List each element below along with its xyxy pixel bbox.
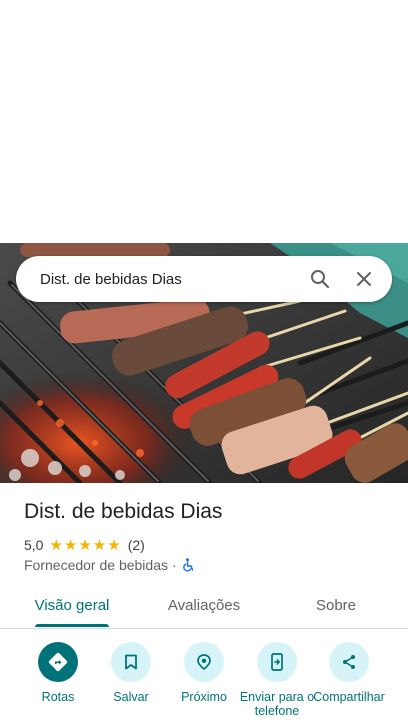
save-button[interactable]: Salvar bbox=[91, 642, 171, 704]
search-bar[interactable]: Dist. de bebidas Dias bbox=[16, 256, 392, 302]
search-button[interactable] bbox=[298, 257, 342, 301]
send-to-phone-button-circle[interactable] bbox=[257, 642, 297, 682]
save-label: Salvar bbox=[113, 690, 149, 704]
close-icon bbox=[357, 272, 371, 286]
nearby-button[interactable]: Próximo bbox=[164, 642, 244, 704]
active-tab-indicator bbox=[35, 624, 109, 627]
directions-button-circle[interactable] bbox=[38, 642, 78, 682]
blank-top-area bbox=[0, 0, 408, 243]
directions-button[interactable]: Rotas bbox=[18, 642, 98, 704]
search-query-text[interactable]: Dist. de bebidas Dias bbox=[16, 271, 298, 288]
share-icon bbox=[343, 655, 355, 669]
share-label: Compartilhar bbox=[313, 690, 385, 704]
bookmark-icon bbox=[125, 654, 137, 670]
category-separator: · bbox=[172, 557, 177, 573]
rating-value: 5,0 bbox=[24, 537, 44, 553]
nearby-icon bbox=[197, 654, 211, 671]
directions-icon bbox=[48, 652, 68, 672]
place-category: Fornecedor de bebidas bbox=[24, 557, 168, 573]
clear-search-button[interactable] bbox=[342, 257, 386, 301]
tab-reviews[interactable]: Avaliações bbox=[150, 584, 258, 626]
share-button[interactable]: Compartilhar bbox=[309, 642, 389, 704]
rating-row[interactable]: 5,0 ★★★★★ (2) bbox=[24, 536, 145, 554]
nearby-label: Próximo bbox=[181, 690, 227, 704]
tab-about[interactable]: Sobre bbox=[282, 584, 390, 626]
star-rating-icon: ★★★★★ bbox=[49, 537, 122, 554]
send-to-phone-icon bbox=[271, 653, 283, 671]
wheelchair-icon bbox=[182, 558, 193, 572]
share-button-circle[interactable] bbox=[329, 642, 369, 682]
directions-label: Rotas bbox=[41, 690, 75, 704]
save-button-circle[interactable] bbox=[111, 642, 151, 682]
place-tabs: Visão geral Avaliações Sobre bbox=[0, 584, 408, 629]
place-name: Dist. de bebidas Dias bbox=[24, 500, 223, 523]
nearby-button-circle[interactable] bbox=[184, 642, 224, 682]
send-to-phone-button[interactable]: Enviar para o telefone bbox=[237, 642, 317, 718]
send-to-phone-label: Enviar para o telefone bbox=[239, 690, 315, 718]
review-count: (2) bbox=[127, 537, 145, 553]
category-row: Fornecedor de bebidas · bbox=[24, 557, 195, 573]
search-icon bbox=[311, 270, 330, 289]
tab-overview[interactable]: Visão geral bbox=[18, 584, 126, 626]
